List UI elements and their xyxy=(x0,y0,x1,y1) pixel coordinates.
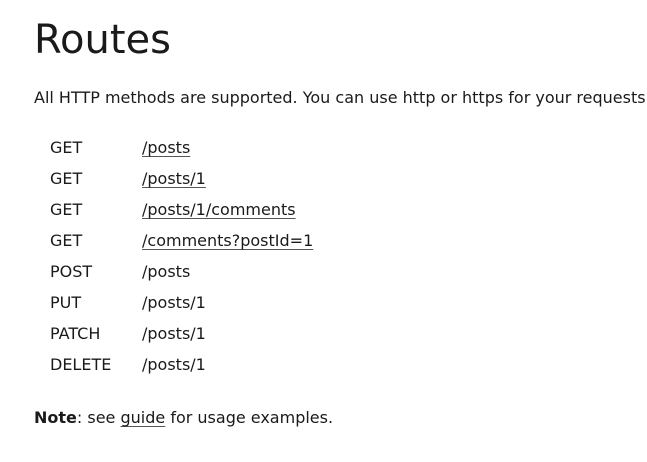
route-path-cell: /posts/1/comments xyxy=(142,194,313,225)
note-label: Note xyxy=(34,408,77,427)
intro-text: All HTTP methods are supported. You can … xyxy=(34,88,647,107)
route-method: PATCH xyxy=(50,324,101,343)
note-text-after: for usage examples. xyxy=(165,408,334,427)
table-row: DELETE /posts/1 xyxy=(50,349,313,380)
route-path: /posts/1 xyxy=(142,324,206,343)
table-row: GET /posts/1 xyxy=(50,163,313,194)
route-method: GET xyxy=(50,169,83,188)
route-method: DELETE xyxy=(50,355,112,374)
route-path-link[interactable]: /posts/1/comments xyxy=(142,200,296,219)
route-method: POST xyxy=(50,262,93,281)
route-path-link[interactable]: /comments?postId=1 xyxy=(142,231,313,250)
route-path: /posts/1 xyxy=(142,293,206,312)
route-path-link[interactable]: /posts/1 xyxy=(142,169,206,188)
usage-note: Note: see guide for usage examples. xyxy=(34,408,333,428)
page-title: Routes xyxy=(34,17,171,63)
route-method: GET xyxy=(50,138,83,157)
route-path-cell: /posts/1 xyxy=(142,163,313,194)
routes-table: GET /posts GET /posts/1 GET /posts/1/com… xyxy=(50,132,313,380)
table-row: PATCH /posts/1 xyxy=(50,318,313,349)
route-method: GET xyxy=(50,200,83,219)
route-path: /posts xyxy=(142,262,191,281)
route-method: GET xyxy=(50,231,83,250)
note-text-before: : see xyxy=(76,408,121,427)
table-row: GET /comments?postId=1 xyxy=(50,225,313,256)
route-path: /posts/1 xyxy=(142,355,206,374)
route-path-link[interactable]: /posts xyxy=(142,138,190,157)
route-path-cell: /comments?postId=1 xyxy=(142,225,313,256)
route-method: PUT xyxy=(50,293,82,312)
table-row: POST /posts xyxy=(50,256,313,287)
route-path-cell: /posts xyxy=(142,132,313,163)
table-row: GET /posts xyxy=(50,132,313,163)
table-row: GET /posts/1/comments xyxy=(50,194,313,225)
guide-link[interactable]: guide xyxy=(120,408,165,427)
table-row: PUT /posts/1 xyxy=(50,287,313,318)
